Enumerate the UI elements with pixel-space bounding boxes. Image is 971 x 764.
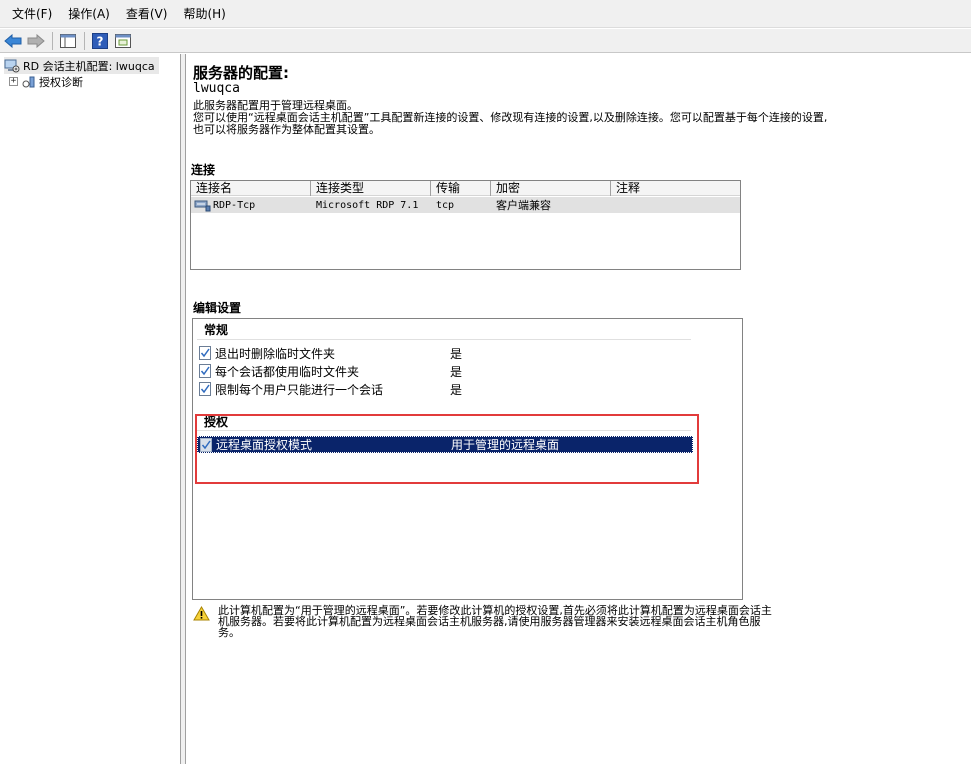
console-tree: RD 会话主机配置: lwuqca + 授权诊断 — [0, 54, 181, 764]
connection-type-cell: Microsoft RDP 7.1 — [316, 199, 419, 211]
warning-text: 此计算机配置为“用于管理的远程桌面”。若要修改此计算机的授权设置,首先必须将此计… — [218, 604, 772, 639]
group-general-divider — [197, 339, 691, 340]
menu-action[interactable]: 操作(A) — [60, 3, 118, 24]
connections-heading: 连接 — [191, 163, 216, 177]
forward-arrow-icon — [27, 33, 45, 48]
annotation-highlight-box — [195, 414, 699, 484]
tree-node-licensing-diagnosis[interactable]: + 授权诊断 — [9, 73, 83, 90]
back-arrow-icon — [4, 33, 22, 48]
menu-view[interactable]: 查看(V) — [118, 3, 176, 24]
connection-name-cell: RDP-Tcp — [191, 199, 311, 212]
pane-splitter[interactable] — [181, 54, 186, 764]
server-name: lwuqca — [193, 81, 240, 96]
column-header-encryption[interactable]: 加密 — [491, 181, 611, 196]
forward-button[interactable] — [26, 32, 46, 50]
connections-header: 连接名 连接类型 传输 加密 注释 — [191, 181, 740, 196]
console-tree-icon — [60, 33, 76, 48]
property-icon — [199, 382, 212, 399]
menu-file[interactable]: 文件(F) — [4, 3, 60, 24]
column-header-transport[interactable]: 传输 — [431, 181, 491, 196]
description-line-2: 您可以使用“远程桌面会话主机配置”工具配置新连接的设置、修改现有连接的设置,以及… — [193, 111, 828, 136]
setting-single-session-per-user[interactable]: 限制每个用户只能进行一个会话 是 — [197, 381, 693, 398]
connection-transport-cell: tcp — [436, 199, 455, 211]
diagnosis-icon — [22, 75, 36, 89]
warning-icon — [193, 605, 210, 638]
group-general-title: 常规 — [204, 323, 229, 337]
tree-node-root[interactable]: RD 会话主机配置: lwuqca — [4, 57, 159, 74]
connection-row[interactable]: RDP-Tcp Microsoft RDP 7.1 tcp 客户端兼容 — [191, 197, 740, 213]
network-connection-icon — [194, 200, 211, 211]
help-icon: ? — [92, 32, 108, 49]
toolbar: ? — [0, 29, 971, 53]
column-header-name[interactable]: 连接名 — [191, 181, 311, 196]
page-title: 服务器的配置: — [193, 64, 289, 82]
column-header-comment[interactable]: 注释 — [611, 181, 740, 196]
licensing-warning: 此计算机配置为“用于管理的远程桌面”。若要修改此计算机的授权设置,首先必须将此计… — [193, 605, 773, 638]
property-icon — [199, 346, 212, 363]
menu-bar: 文件(F) 操作(A) 查看(V) 帮助(H) — [0, 0, 971, 28]
show-action-pane-button[interactable] — [113, 32, 133, 50]
help-button[interactable]: ? — [90, 32, 110, 50]
property-icon — [199, 364, 212, 381]
action-pane-icon — [115, 33, 131, 48]
show-console-tree-button[interactable] — [58, 32, 78, 50]
connections-list[interactable]: 连接名 连接类型 传输 加密 注释 RDP-Tcp Microsoft RDP … — [190, 180, 741, 270]
computer-icon — [4, 59, 20, 73]
setting-delete-temp-folders[interactable]: 退出时删除临时文件夹 是 — [197, 345, 693, 362]
details-pane: 服务器的配置: lwuqca 此服务器配置用于管理远程桌面。 您可以使用“远程桌… — [187, 54, 971, 764]
column-header-type[interactable]: 连接类型 — [311, 181, 431, 196]
svg-text:?: ? — [97, 34, 104, 48]
back-button[interactable] — [3, 32, 23, 50]
tree-expander[interactable]: + — [9, 77, 18, 86]
toolbar-separator — [84, 31, 85, 50]
tree-node-root-label: RD 会话主机配置: lwuqca — [23, 59, 155, 73]
edit-settings-heading: 编辑设置 — [193, 301, 242, 315]
tree-node-licensing-diagnosis-label: 授权诊断 — [39, 75, 83, 89]
connection-encryption-cell: 客户端兼容 — [496, 199, 551, 212]
window: 文件(F) 操作(A) 查看(V) 帮助(H) ? RD 会话主机配置: lwu… — [0, 0, 971, 764]
toolbar-separator — [52, 31, 53, 50]
setting-per-session-temp-folders[interactable]: 每个会话都使用临时文件夹 是 — [197, 363, 693, 380]
menu-help[interactable]: 帮助(H) — [175, 3, 233, 24]
